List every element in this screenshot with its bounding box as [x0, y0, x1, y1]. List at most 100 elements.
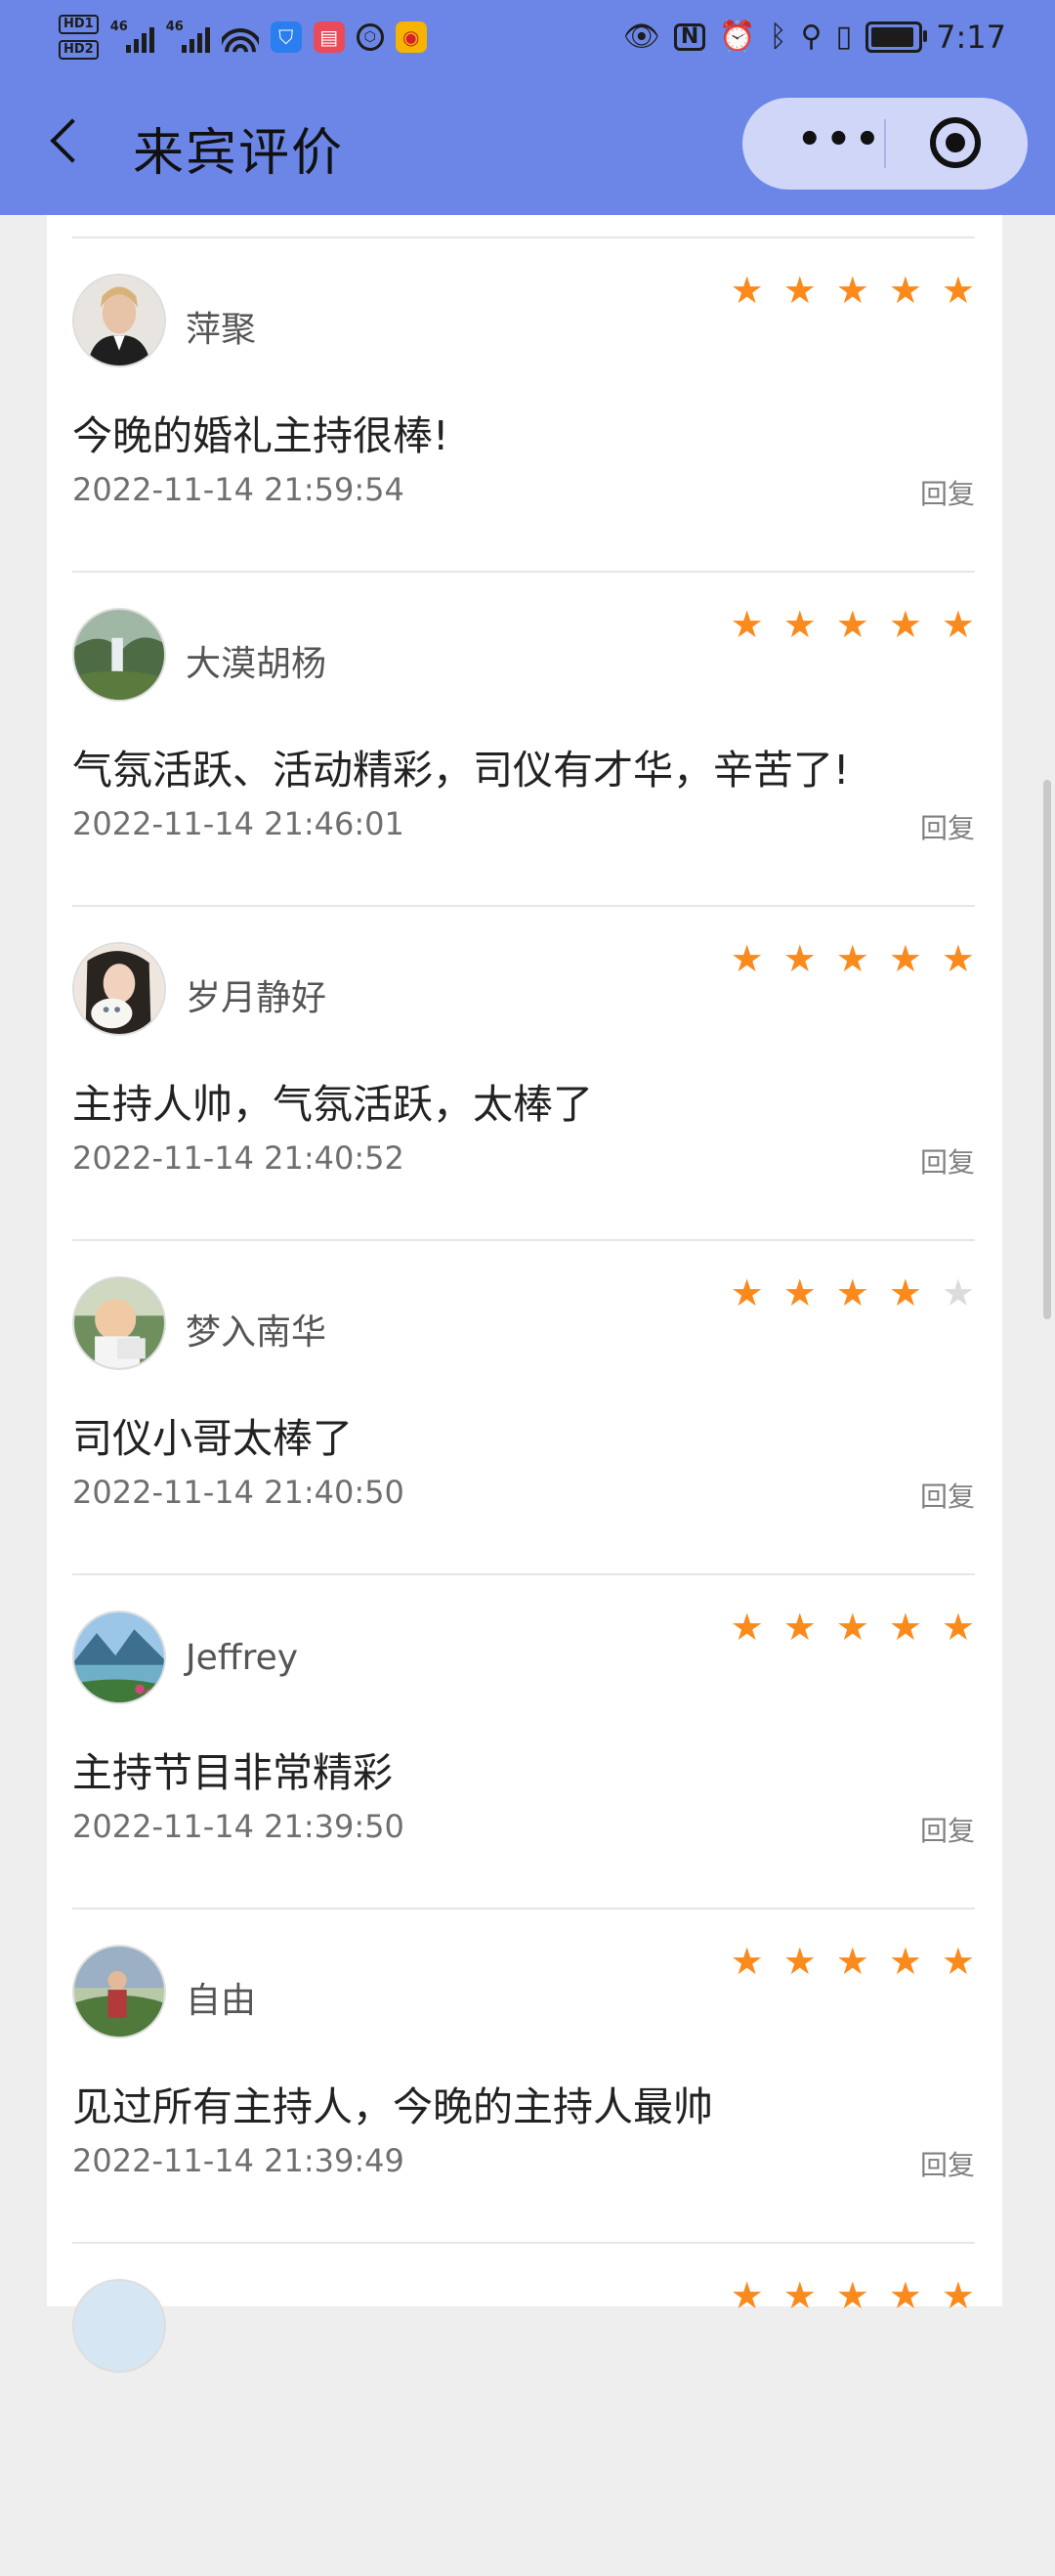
top-bar: HD1 HD2 46 46 ⛉ ▤ ⬡ ◉ 👁 N ⏰ ᛒ ⚲ ▯ 7:17 来… — [0, 0, 1055, 215]
nav-bar: 来宾评价 ••• — [0, 74, 1055, 215]
reply-button[interactable]: 回复 — [920, 1810, 975, 1849]
star-icon: ★ — [888, 1271, 922, 1314]
star-icon: ★ — [835, 1271, 869, 1314]
review-time: 2022-11-14 21:39:50 — [72, 1808, 404, 1845]
star-icon: ★ — [782, 1606, 817, 1649]
star-icon: ★ — [941, 603, 975, 646]
review-time: 2022-11-14 21:40:52 — [72, 1139, 404, 1177]
avatar[interactable] — [72, 1610, 166, 1704]
weibo-app-icon: ◉ — [395, 21, 427, 53]
rating-stars: ★ ★ ★ ★ ★ — [731, 2277, 975, 2314]
star-icon: ★ — [835, 1606, 869, 1649]
vibrate-icon: ▯ — [835, 20, 853, 54]
star-icon: ★ — [730, 2274, 764, 2317]
bluetooth-icon: ᛒ — [769, 20, 787, 54]
avatar[interactable] — [72, 608, 166, 702]
wifi-icon — [221, 21, 259, 54]
star-icon: ★ — [888, 937, 922, 980]
reviewer-name: 萍聚 — [186, 310, 257, 350]
star-icon: ★ — [782, 603, 817, 646]
review-item: 大漠胡杨 ★ ★ ★ ★ ★ 气氛活跃、活动精彩，司仪有才华，辛苦了! 2022… — [72, 571, 975, 905]
book-app-icon: ▤ — [313, 21, 345, 53]
star-icon: ★ — [782, 2274, 817, 2317]
battery-icon — [865, 21, 928, 53]
review-item: Jeffrey ★ ★ ★ ★ ★ 主持节目非常精彩 2022-11-14 21… — [72, 1573, 975, 1908]
star-icon: ★ — [782, 1940, 817, 1983]
star-icon: ★ — [730, 603, 764, 646]
review-item: 萍聚 ★ ★ ★ ★ ★ 今晚的婚礼主持很棒! 2022-11-14 21:59… — [72, 236, 975, 571]
review-time: 2022-11-14 21:46:01 — [72, 805, 404, 842]
star-icon: ★ — [941, 1940, 975, 1983]
star-icon: ★ — [782, 937, 817, 980]
rating-stars: ★ ★ ★ ★ ★ — [731, 272, 975, 309]
alarm-icon: ⏰ — [719, 20, 756, 54]
review-item: 岁月静好 ★ ★ ★ ★ ★ 主持人帅，气氛活跃，太棒了 2022-11-14 … — [72, 905, 975, 1239]
reviewer-name: 自由 — [186, 1981, 257, 2021]
star-icon: ★ — [941, 2274, 975, 2317]
rating-stars: ★ ★ ★ ★ ★ — [731, 606, 975, 643]
reviewer-name: 梦入南华 — [186, 1312, 327, 1352]
star-icon: ★ — [888, 603, 922, 646]
star-empty-icon: ★ — [941, 1271, 975, 1314]
star-icon: ★ — [941, 1606, 975, 1649]
star-icon: ★ — [730, 1940, 764, 1983]
reply-button[interactable]: 回复 — [920, 1476, 975, 1515]
reviewer-name: 岁月静好 — [186, 978, 327, 1018]
reviewer-name: Jeffrey — [186, 1638, 299, 1678]
rating-stars: ★ ★ ★ ★ ★ — [731, 1609, 975, 1646]
hexagon-icon: ⬡ — [356, 23, 384, 51]
scrollbar[interactable] — [1043, 780, 1051, 1319]
avatar[interactable] — [72, 2279, 166, 2373]
reply-button[interactable]: 回复 — [920, 2144, 975, 2183]
reply-button[interactable]: 回复 — [920, 1141, 975, 1181]
reply-button[interactable]: 回复 — [920, 807, 975, 846]
avatar[interactable] — [72, 1945, 166, 2039]
page-title: 来宾评价 — [133, 124, 345, 183]
rating-stars: ★ ★ ★ ★ ★ — [731, 940, 975, 977]
close-target-button[interactable] — [930, 117, 981, 168]
star-icon: ★ — [888, 1606, 922, 1649]
review-item: 梦入南华 ★ ★ ★ ★ ★ 司仪小哥太棒了 2022-11-14 21:40:… — [72, 1239, 975, 1573]
mini-program-capsule: ••• — [742, 98, 1028, 190]
review-item: 自由 ★ ★ ★ ★ ★ 见过所有主持人，今晚的主持人最帅 2022-11-14… — [72, 1908, 975, 2242]
shield-app-icon: ⛉ — [270, 21, 302, 53]
star-icon: ★ — [730, 269, 764, 312]
rating-stars: ★ ★ ★ ★ ★ — [731, 1274, 975, 1311]
review-comment: 气氛活跃、活动精彩，司仪有才华，辛苦了! — [72, 747, 850, 794]
location-icon: ⚲ — [800, 20, 823, 54]
review-time: 2022-11-14 21:39:49 — [72, 2142, 404, 2179]
star-icon: ★ — [730, 937, 764, 980]
star-icon: ★ — [730, 1606, 764, 1649]
review-time: 2022-11-14 21:59:54 — [72, 471, 404, 508]
back-button[interactable] — [39, 113, 98, 172]
avatar[interactable] — [72, 1276, 166, 1370]
review-comment: 主持节目非常精彩 — [72, 1749, 393, 1796]
review-item: ★ ★ ★ ★ ★ — [72, 2242, 975, 2576]
star-icon: ★ — [730, 1271, 764, 1314]
hd-badge-2: HD2 — [59, 40, 99, 60]
star-icon: ★ — [941, 937, 975, 980]
review-comment: 主持人帅，气氛活跃，太棒了 — [72, 1081, 593, 1128]
capsule-divider — [884, 119, 886, 168]
review-list: 萍聚 ★ ★ ★ ★ ★ 今晚的婚礼主持很棒! 2022-11-14 21:59… — [47, 215, 1002, 2373]
eye-icon: 👁 — [622, 20, 660, 54]
star-icon: ★ — [835, 937, 869, 980]
star-icon: ★ — [782, 1271, 817, 1314]
star-icon: ★ — [835, 1940, 869, 1983]
avatar[interactable] — [72, 274, 166, 367]
star-icon: ★ — [888, 269, 922, 312]
status-bar: HD1 HD2 46 46 ⛉ ▤ ⬡ ◉ 👁 N ⏰ ᛒ ⚲ ▯ 7:17 — [0, 0, 1055, 74]
more-button[interactable]: ••• — [797, 120, 884, 159]
star-icon: ★ — [835, 603, 869, 646]
signal-icon-2: 46 — [166, 20, 210, 53]
signal-icon-1: 46 — [110, 20, 154, 53]
star-icon: ★ — [941, 269, 975, 312]
status-time: 7:17 — [936, 19, 1006, 56]
nfc-icon: N — [673, 23, 706, 51]
reply-button[interactable]: 回复 — [920, 473, 975, 512]
star-icon: ★ — [888, 2274, 922, 2317]
rating-stars: ★ ★ ★ ★ ★ — [731, 1943, 975, 1980]
avatar[interactable] — [72, 942, 166, 1036]
star-icon: ★ — [888, 1940, 922, 1983]
review-comment: 司仪小哥太棒了 — [72, 1415, 353, 1462]
